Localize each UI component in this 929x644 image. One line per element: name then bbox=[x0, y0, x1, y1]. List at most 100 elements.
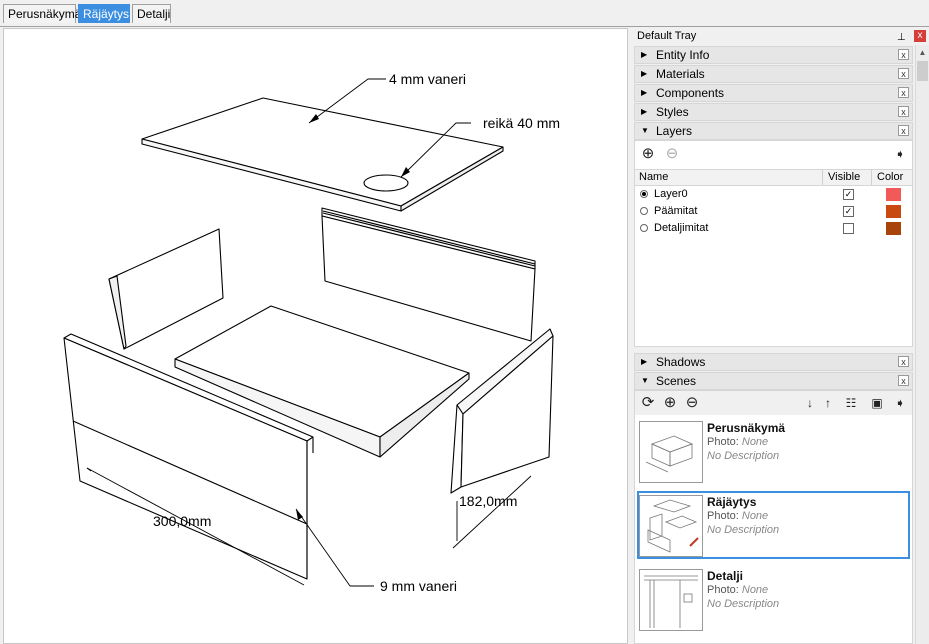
show-details-icon[interactable]: ▣ bbox=[869, 395, 885, 411]
label-side-plywood: 9 mm vaneri bbox=[380, 578, 457, 594]
model-viewport[interactable]: 4 mm vaneri reikä 40 mm 9 mm vaneri 300,… bbox=[3, 28, 628, 644]
layer-row[interactable]: Päämitat ✓ bbox=[635, 203, 912, 220]
column-color[interactable]: Color bbox=[877, 170, 903, 185]
visible-checkbox[interactable] bbox=[843, 223, 854, 234]
label-hole: reikä 40 mm bbox=[483, 115, 560, 131]
exploded-view-drawing: 4 mm vaneri reikä 40 mm 9 mm vaneri 300,… bbox=[63, 71, 560, 594]
panel-components[interactable]: ▶ Components x bbox=[634, 84, 913, 102]
add-scene-icon[interactable]: ⊕ bbox=[662, 395, 678, 411]
scene-name: Detalji bbox=[707, 569, 744, 583]
expand-arrow-icon: ▶ bbox=[641, 88, 648, 97]
panel-label: Entity Info bbox=[656, 48, 710, 62]
visible-checkbox[interactable]: ✓ bbox=[843, 189, 854, 200]
panel-label: Layers bbox=[656, 124, 693, 138]
layer-row[interactable]: Detaljimitat bbox=[635, 220, 912, 237]
lid-board bbox=[141, 97, 504, 212]
panel-materials[interactable]: ▶ Materials x bbox=[634, 65, 913, 83]
panel-layers[interactable]: ▼ Layers x bbox=[634, 122, 913, 140]
scene-photo: Photo: None bbox=[707, 510, 769, 522]
panel-label: Materials bbox=[656, 67, 705, 81]
panel-label: Styles bbox=[656, 105, 689, 119]
layer-row[interactable]: Layer0 ✓ bbox=[635, 186, 912, 203]
tray-title: Default Tray bbox=[637, 30, 697, 42]
scene-photo: Photo: None bbox=[707, 584, 769, 596]
tray-scrollbar[interactable]: ▲ bbox=[915, 45, 929, 644]
scroll-up-icon[interactable]: ▲ bbox=[916, 45, 929, 60]
scene-description: No Description bbox=[707, 524, 780, 536]
expand-arrow-icon: ▶ bbox=[641, 107, 648, 116]
panel-entity-info[interactable]: ▶ Entity Info x bbox=[634, 46, 913, 64]
layers-panel: ⊕ ⊖ ➧ Name Visible Color Layer0 ✓ Päämit… bbox=[634, 140, 913, 347]
current-layer-radio[interactable] bbox=[640, 224, 648, 232]
remove-scene-icon[interactable]: ⊖ bbox=[684, 395, 700, 411]
scene-item-rajaytys[interactable]: Räjäytys Photo: None No Description bbox=[637, 491, 910, 559]
tray-close-button[interactable]: x bbox=[914, 30, 926, 42]
column-name[interactable]: Name bbox=[639, 170, 668, 185]
layer-color-swatch[interactable] bbox=[886, 222, 901, 235]
scene-photo: Photo: None bbox=[707, 436, 769, 448]
view-options-icon[interactable]: ☷ bbox=[843, 395, 859, 411]
scene-thumbnail bbox=[639, 495, 703, 557]
scene-item-perusnakyma[interactable]: Perusnäkymä Photo: None No Description bbox=[637, 417, 910, 485]
panel-close-button[interactable]: x bbox=[898, 49, 909, 60]
panel-styles[interactable]: ▶ Styles x bbox=[634, 103, 913, 121]
scene-name: Räjäytys bbox=[707, 495, 757, 509]
panel-label: Components bbox=[656, 86, 725, 100]
tab-perusnakyma[interactable]: Perusnäkymä bbox=[3, 4, 81, 23]
dimension-length: 300,0mm bbox=[153, 513, 211, 529]
hole-ellipse bbox=[363, 174, 409, 192]
expand-arrow-icon: ▶ bbox=[641, 357, 648, 366]
panel-close-button[interactable]: x bbox=[898, 106, 909, 117]
expand-arrow-icon: ▶ bbox=[641, 69, 648, 78]
tab-rajaytys[interactable]: Räjäytys bbox=[78, 4, 130, 23]
layer-name: Detaljimitat bbox=[654, 222, 709, 234]
layer-name: Layer0 bbox=[654, 188, 688, 200]
panel-close-button[interactable]: x bbox=[898, 375, 909, 386]
add-layer-icon[interactable]: ⊕ bbox=[640, 146, 656, 162]
dimension-depth: 182,0mm bbox=[459, 493, 517, 509]
layers-table-header: Name Visible Color bbox=[635, 169, 912, 186]
move-scene-down-icon[interactable]: ↓ bbox=[802, 395, 818, 411]
default-tray: Default Tray ⊥ x ▶ Entity Info x ▶ Mater… bbox=[632, 28, 929, 644]
remove-layer-icon[interactable]: ⊖ bbox=[664, 146, 680, 162]
scene-description: No Description bbox=[707, 598, 780, 610]
collapse-arrow-icon: ▼ bbox=[641, 376, 649, 385]
expand-arrow-icon: ▶ bbox=[641, 50, 648, 59]
collapse-arrow-icon: ▼ bbox=[641, 126, 649, 135]
panel-shadows[interactable]: ▶ Shadows x bbox=[634, 353, 913, 371]
move-scene-up-icon[interactable]: ↑ bbox=[820, 395, 836, 411]
label-top-plywood: 4 mm vaneri bbox=[389, 71, 466, 87]
layers-table: Name Visible Color Layer0 ✓ Päämitat ✓ D… bbox=[635, 169, 912, 237]
column-visible[interactable]: Visible bbox=[828, 170, 860, 185]
scene-tab-bar: Perusnäkymä Räjäytys Detalji bbox=[0, 0, 929, 27]
right-side-panel bbox=[450, 328, 554, 494]
scenes-toolbar: ⟳ ⊕ ⊖ ↓ ↑ ☷ ▣ ➧ bbox=[635, 391, 912, 415]
back-panel bbox=[321, 207, 536, 342]
scene-name: Perusnäkymä bbox=[707, 421, 786, 435]
update-scene-icon[interactable]: ⟳ bbox=[640, 395, 656, 411]
scenes-panel: ⟳ ⊕ ⊖ ↓ ↑ ☷ ▣ ➧ Perusnäkymä Photo: None … bbox=[634, 390, 913, 644]
scrollbar-thumb[interactable] bbox=[917, 61, 928, 81]
current-layer-radio[interactable] bbox=[640, 207, 648, 215]
tab-detalji[interactable]: Detalji bbox=[132, 4, 171, 23]
layer-color-swatch[interactable] bbox=[886, 205, 901, 218]
tray-title-bar: Default Tray ⊥ x bbox=[632, 28, 929, 44]
current-layer-radio[interactable] bbox=[640, 190, 648, 198]
panel-close-button[interactable]: x bbox=[898, 356, 909, 367]
details-menu-icon[interactable]: ➧ bbox=[892, 395, 908, 411]
scene-description: No Description bbox=[707, 450, 780, 462]
panel-close-button[interactable]: x bbox=[898, 68, 909, 79]
visible-checkbox[interactable]: ✓ bbox=[843, 206, 854, 217]
panel-close-button[interactable]: x bbox=[898, 87, 909, 98]
layer-color-swatch[interactable] bbox=[886, 188, 901, 201]
panel-close-button[interactable]: x bbox=[898, 125, 909, 136]
scene-thumbnail bbox=[639, 569, 703, 631]
left-side-panel bbox=[108, 228, 224, 350]
panel-scenes[interactable]: ▼ Scenes x bbox=[634, 372, 913, 390]
pin-icon[interactable]: ⊥ bbox=[897, 30, 906, 46]
scene-item-detalji[interactable]: Detalji Photo: None No Description bbox=[637, 565, 910, 633]
panel-label: Scenes bbox=[656, 374, 697, 388]
panel-label: Shadows bbox=[656, 355, 706, 369]
scene-thumbnail bbox=[639, 421, 703, 483]
details-menu-icon[interactable]: ➧ bbox=[892, 146, 908, 162]
